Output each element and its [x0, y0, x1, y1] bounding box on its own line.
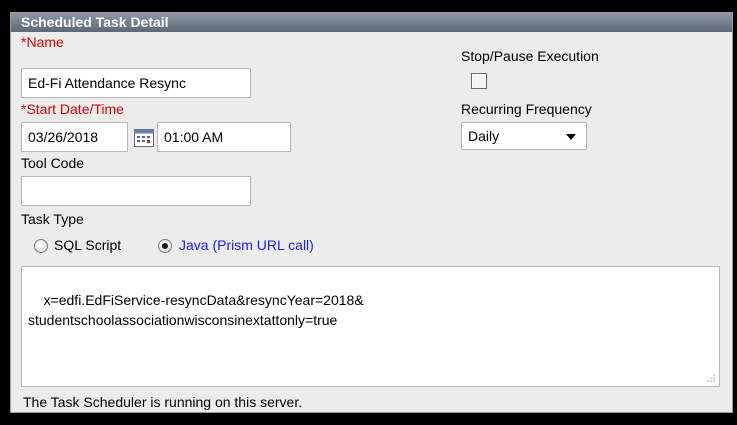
panel-title: Scheduled Task Detail — [11, 13, 732, 32]
scheduler-status-text: The Task Scheduler is running on this se… — [23, 394, 303, 410]
java-prism-radio[interactable] — [158, 239, 172, 253]
recurring-frequency-label: Recurring Frequency — [461, 101, 592, 117]
sql-script-label[interactable]: SQL Script — [54, 237, 121, 253]
resize-grip-icon[interactable] — [707, 374, 715, 382]
java-prism-label[interactable]: Java (Prism URL call) — [179, 237, 314, 253]
start-time-input[interactable] — [157, 122, 291, 152]
recurring-frequency-select[interactable]: Daily — [461, 122, 587, 150]
name-input[interactable] — [21, 68, 251, 98]
start-datetime-label-text: Start Date/Time — [26, 101, 124, 117]
chevron-down-icon — [566, 134, 576, 140]
task-script-text: x=edfi.EdFiService-resyncData&resyncYear… — [28, 292, 364, 328]
stop-pause-checkbox[interactable] — [471, 73, 487, 89]
name-label: *Name — [21, 34, 64, 50]
stop-pause-label: Stop/Pause Execution — [461, 48, 599, 64]
name-label-text: Name — [26, 34, 64, 50]
task-script-textarea[interactable]: x=edfi.EdFiService-resyncData&resyncYear… — [21, 266, 720, 387]
start-datetime-label: *Start Date/Time — [21, 101, 124, 117]
tool-code-input[interactable] — [21, 176, 251, 206]
start-date-input[interactable] — [21, 122, 128, 152]
calendar-icon[interactable] — [134, 129, 154, 147]
sql-script-radio[interactable] — [34, 239, 48, 253]
scheduled-task-detail-panel: Scheduled Task Detail *Name *Start Date/… — [10, 12, 733, 413]
recurring-frequency-value: Daily — [468, 128, 500, 144]
task-type-label: Task Type — [21, 211, 84, 227]
tool-code-label: Tool Code — [21, 155, 85, 171]
